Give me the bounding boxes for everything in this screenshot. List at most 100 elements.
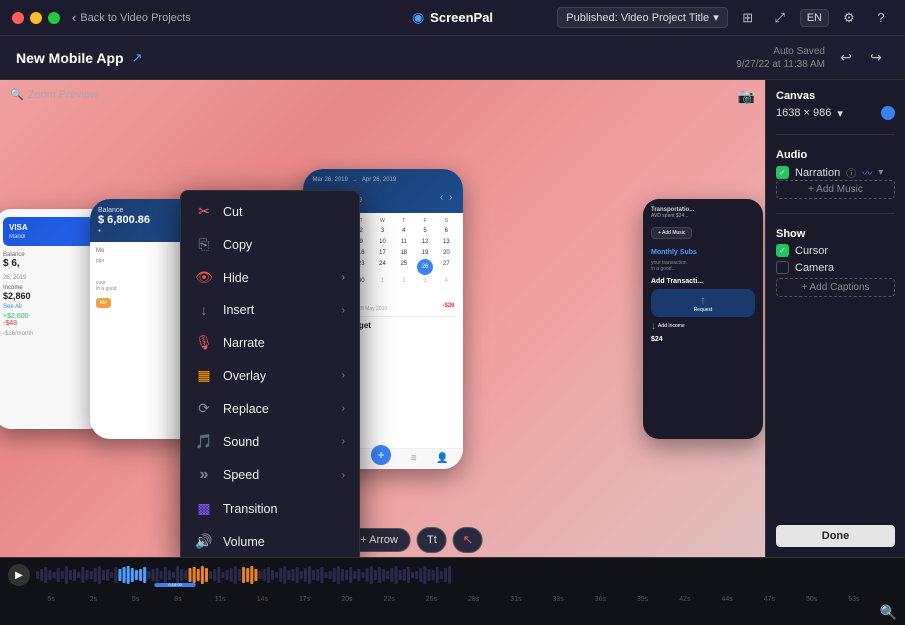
menu-item-sound[interactable]: 🎵 Sound ›	[181, 425, 359, 458]
project-header-right: Auto Saved 9/27/22 at 11:38 AM ↩ ↪	[736, 45, 889, 71]
menu-item-cut[interactable]: ✂ Cut	[181, 195, 359, 228]
share-button[interactable]: ⤢	[768, 6, 792, 30]
narration-label: Narration	[795, 167, 840, 179]
add-captions-button[interactable]: + Add Captions	[776, 278, 895, 297]
language-button[interactable]: EN	[800, 9, 829, 27]
undo-icon: ↩	[840, 49, 852, 66]
ruler-mark: 31s	[495, 596, 537, 603]
overlay-label: Overlay	[223, 369, 266, 383]
cursor-checkbox[interactable]: ✓	[776, 244, 789, 257]
help-button[interactable]: ?	[869, 6, 893, 30]
narration-arrow-icon[interactable]: ▾	[878, 167, 883, 178]
help-icon: ?	[877, 10, 884, 25]
text-tool-button[interactable]: Tt	[417, 527, 447, 553]
title-bar-center: ◉ ScreenPal	[412, 9, 493, 26]
traffic-lights	[12, 12, 60, 24]
audio-section-title: Audio	[776, 149, 895, 161]
menu-item-insert[interactable]: ↓ Insert ›	[181, 294, 359, 326]
redo-button[interactable]: ↪	[863, 45, 889, 71]
menu-item-replace[interactable]: ⟳ Replace ›	[181, 392, 359, 425]
nav-list-icon[interactable]: ≡	[411, 453, 417, 465]
back-to-projects-button[interactable]: ‹ Back to Video Projects	[72, 10, 191, 25]
play-icon: ▶	[15, 570, 23, 581]
published-button[interactable]: Published: Video Project Title ▾	[557, 7, 727, 28]
ruler-mark: 5s	[30, 596, 72, 603]
transition-icon: ▩	[195, 500, 213, 517]
done-button[interactable]: Done	[776, 525, 895, 547]
narration-checkbox[interactable]: ✓	[776, 166, 789, 179]
speed-arrow-icon: ›	[342, 470, 345, 481]
undo-button[interactable]: ↩	[833, 45, 859, 71]
undo-redo-group: ↩ ↪	[833, 45, 889, 71]
ruler-mark: 39s	[622, 596, 664, 603]
request-button[interactable]: ↑ Request	[651, 289, 755, 317]
panel-divider-1	[776, 134, 895, 135]
done-label: Done	[822, 530, 850, 542]
timeline-waveform: 0:16:00	[34, 561, 893, 589]
zoom-preview-label: 🔍 Zoom Preview	[10, 88, 98, 101]
cursor-label: Cursor	[795, 245, 828, 257]
ruler-mark: 22s	[368, 596, 410, 603]
ruler-mark: 44s	[706, 596, 748, 603]
phone-mockup-right: Transportatio... AVD spent $24... + Add …	[643, 199, 763, 439]
ruler-mark: 25s	[410, 596, 452, 603]
volume-label: Volume	[223, 535, 265, 549]
context-menu: ✂ Cut ⎘ Copy 👁 Hide › ↓ Insert ›	[180, 190, 360, 557]
add-music-button[interactable]: + Add Music	[776, 180, 895, 199]
ruler-mark: 50s	[791, 596, 833, 603]
camera-checkbox[interactable]	[776, 261, 789, 274]
auto-saved-time: 9/27/22 at 11:38 AM	[736, 58, 825, 71]
play-button[interactable]: ▶	[8, 564, 30, 586]
date-range-end: Apr 26, 2019	[362, 177, 396, 183]
cursor-tool-button[interactable]: ↖	[453, 527, 483, 553]
menu-item-overlay[interactable]: ▦ Overlay ›	[181, 359, 359, 392]
ruler-mark: 33s	[537, 596, 579, 603]
volume-icon: 🔊	[195, 533, 213, 550]
menu-item-narrate[interactable]: 🎙 Narrate	[181, 326, 359, 359]
grid-view-button[interactable]: ⊞	[736, 6, 760, 30]
menu-item-speed[interactable]: » Speed ›	[181, 458, 359, 492]
waveform-svg: 0:16:00	[36, 563, 891, 587]
title-bar: ‹ Back to Video Projects ◉ ScreenPal Pub…	[0, 0, 905, 36]
edit-title-icon[interactable]: ↗	[132, 50, 143, 66]
menu-item-transition[interactable]: ▩ Transition	[181, 492, 359, 525]
nav-add-button[interactable]: +	[371, 445, 391, 465]
title-bar-right: Published: Video Project Title ▾ ⊞ ⤢ EN …	[557, 6, 893, 30]
panel-divider-2	[776, 213, 895, 214]
menu-item-hide[interactable]: 👁 Hide ›	[181, 261, 359, 294]
project-header: New Mobile App ↗ Auto Saved 9/27/22 at 1…	[0, 36, 905, 80]
canvas-dropdown-icon: ▾	[837, 107, 843, 120]
svg-text:0:16:00: 0:16:00	[168, 582, 182, 587]
maximize-button[interactable]	[48, 12, 60, 24]
project-title: New Mobile App	[16, 50, 124, 66]
cal-next-icon[interactable]: ›	[449, 192, 452, 203]
camera-row: Camera	[776, 261, 895, 274]
overlay-arrow-icon: ›	[342, 370, 345, 381]
speed-label: Speed	[223, 468, 259, 482]
add-music-right-btn[interactable]: + Add Music	[651, 227, 692, 239]
minimize-button[interactable]	[30, 12, 42, 24]
cal-prev-icon[interactable]: ‹	[440, 192, 443, 203]
hide-arrow-icon: ›	[342, 272, 345, 283]
timeline-ruler: 5s 2s 5s 8s 11s 14s 17s 20s 22s 25s 28s …	[0, 592, 905, 606]
canvas-section: Canvas 1638 × 986 ▾	[776, 90, 895, 120]
insert-label: Insert	[223, 303, 254, 317]
menu-item-volume[interactable]: 🔊 Volume	[181, 525, 359, 557]
canvas-toggle[interactable]	[881, 106, 895, 120]
ruler-mark: 17s	[284, 596, 326, 603]
sound-icon: 🎵	[195, 433, 213, 450]
menu-item-copy[interactable]: ⎘ Copy	[181, 228, 359, 261]
canvas-size-label: 1638 × 986	[776, 107, 831, 119]
speed-icon: »	[195, 466, 213, 484]
nav-user-icon[interactable]: 👤	[436, 453, 448, 465]
narration-row: ✓ Narration ⓘ 〰 ▾	[776, 165, 895, 180]
zoom-icon: 🔍	[10, 88, 24, 101]
close-button[interactable]	[12, 12, 24, 24]
preview-background: VISA Mandi Balance $ 6, 26, 2019 Income …	[0, 80, 765, 557]
timeline-search-icon[interactable]: 🔍	[880, 604, 897, 621]
copy-icon: ⎘	[195, 236, 213, 253]
settings-icon: ⚙	[843, 10, 855, 26]
timeline: ▶	[0, 557, 905, 625]
settings-button[interactable]: ⚙	[837, 6, 861, 30]
back-arrow-icon: ‹	[72, 10, 76, 25]
